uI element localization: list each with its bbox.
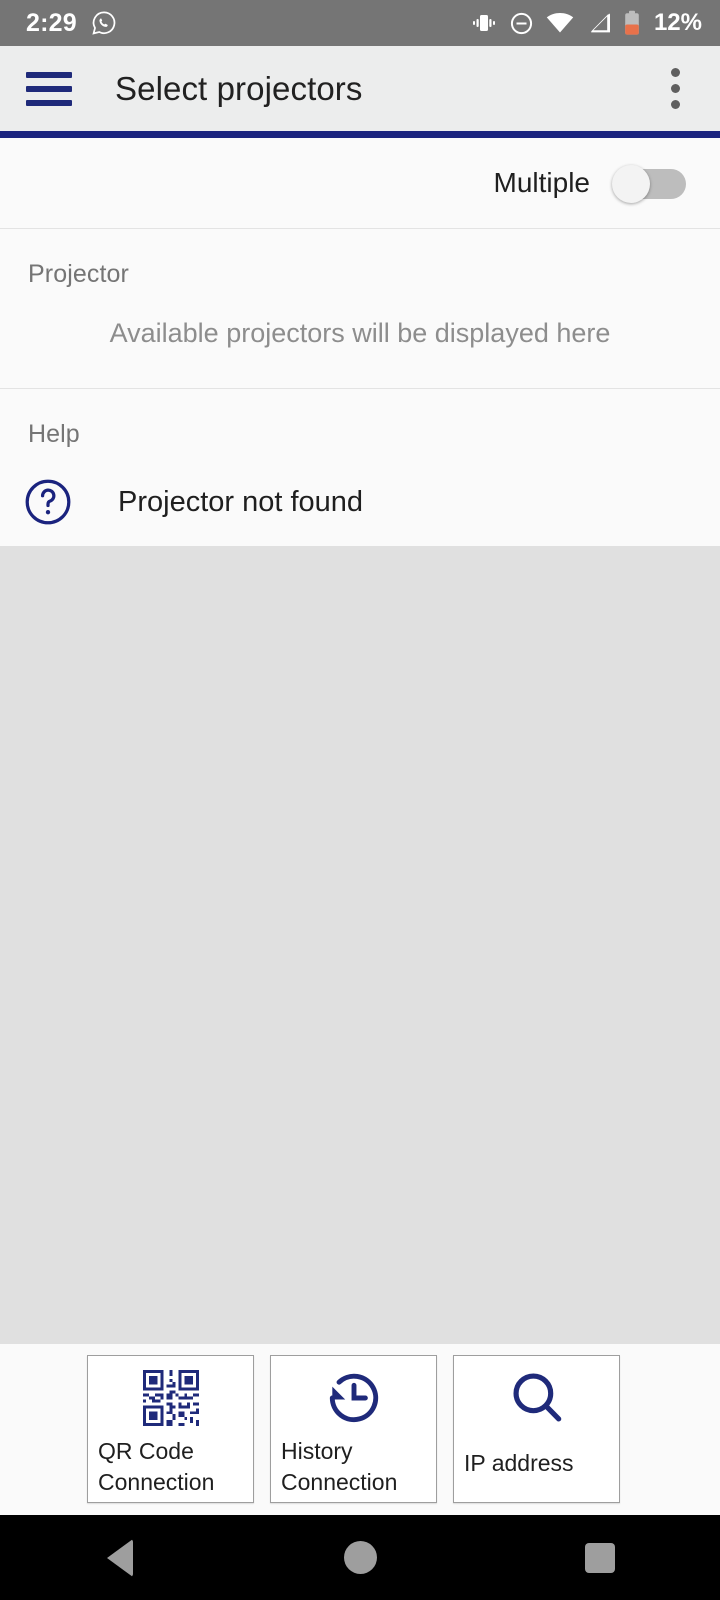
question-circle-icon: [22, 476, 74, 528]
bottom-action-cards: QR Code Connection History Connection IP…: [0, 1344, 720, 1515]
recents-square-icon: [585, 1542, 615, 1573]
magnifier-icon: [506, 1362, 568, 1434]
whatsapp-icon: [91, 10, 117, 36]
help-section: Help Projector not found: [0, 388, 720, 545]
status-bar: 2:29 12%: [0, 0, 720, 46]
hamburger-bar: [26, 71, 72, 78]
overflow-dot: [670, 68, 680, 77]
multiple-toggle-row: Multiple: [0, 138, 720, 227]
battery-low-icon: [624, 10, 640, 36]
help-item-projector-not-found[interactable]: Projector not found: [0, 449, 720, 528]
history-clock-icon: [323, 1362, 385, 1434]
hamburger-bar: [26, 85, 72, 92]
history-connection-card[interactable]: History Connection: [270, 1355, 437, 1503]
vibrate-icon: [471, 12, 497, 34]
status-bar-right: 12%: [471, 9, 702, 37]
app-screen: 2:29 12% Select projectors Multiple Proj…: [0, 0, 720, 1600]
overflow-menu-icon[interactable]: [652, 63, 698, 115]
nav-recents-button[interactable]: [540, 1515, 660, 1600]
app-bar-accent-line: [0, 131, 720, 138]
cellular-signal-icon: [586, 12, 612, 34]
hamburger-bar: [26, 99, 72, 106]
qr-code-connection-card[interactable]: QR Code Connection: [87, 1355, 254, 1503]
battery-percent-label: 12%: [653, 9, 702, 36]
projector-section-title: Projector: [28, 260, 129, 288]
projector-empty-message: Available projectors will be displayed h…: [109, 318, 611, 348]
do-not-disturb-icon: [509, 11, 534, 36]
status-bar-left: 2:29: [26, 9, 117, 38]
help-item-label: Projector not found: [118, 485, 364, 518]
qr-code-connection-label: QR Code Connection: [98, 1438, 215, 1495]
back-triangle-icon: [107, 1538, 133, 1577]
hamburger-menu-icon[interactable]: [26, 71, 72, 106]
switch-thumb: [612, 164, 650, 203]
app-bar: Select projectors: [0, 46, 720, 131]
qr-code-icon: [140, 1362, 202, 1434]
nav-home-button[interactable]: [300, 1515, 420, 1600]
ip-address-card[interactable]: IP address: [453, 1355, 620, 1503]
status-bar-clock: 2:29: [26, 8, 77, 37]
android-nav-bar: [0, 1515, 720, 1600]
wifi-icon: [546, 12, 574, 34]
nav-back-button[interactable]: [60, 1515, 180, 1600]
history-connection-label: History Connection: [281, 1438, 398, 1495]
overflow-dot: [670, 84, 680, 93]
help-section-title: Help: [28, 420, 80, 448]
home-circle-icon: [343, 1541, 377, 1574]
page-title: Select projectors: [115, 69, 363, 107]
overflow-dot: [670, 100, 680, 109]
ip-address-label: IP address: [464, 1450, 574, 1476]
empty-content-area: [0, 546, 720, 1344]
projector-section: Projector Available projectors will be d…: [0, 228, 720, 387]
multiple-toggle-switch[interactable]: [612, 164, 688, 203]
multiple-toggle-label: Multiple: [493, 166, 590, 198]
